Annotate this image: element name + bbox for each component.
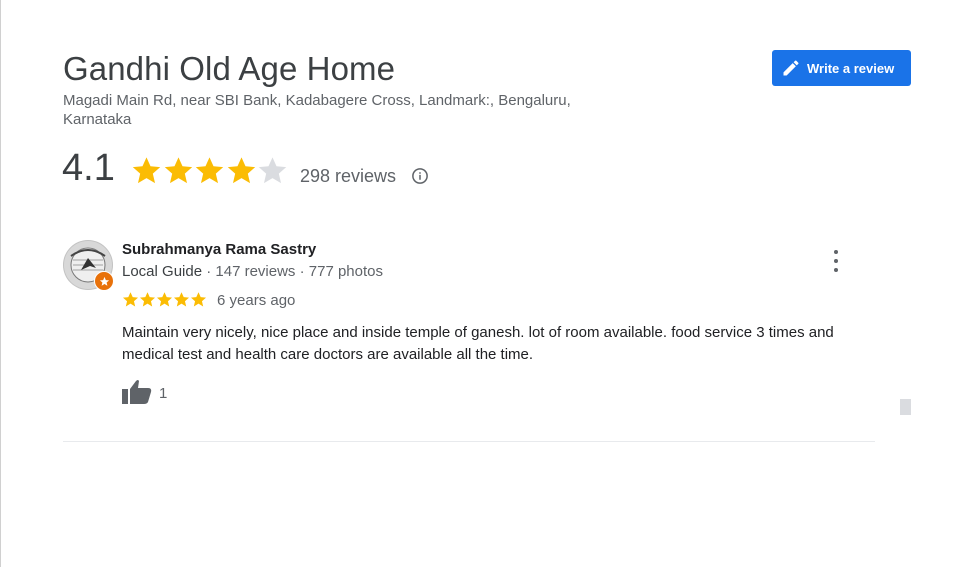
rating-star-icon (258, 157, 287, 184)
review-star-icon (156, 292, 173, 307)
like-count: 1 (159, 385, 168, 402)
rating-star-icon (227, 157, 255, 184)
review-star-icon (190, 292, 207, 307)
local-guide-label: Local Guide (122, 263, 203, 280)
reviews-count-link[interactable]: 298 reviews (300, 166, 396, 187)
review-star-icon (173, 292, 190, 307)
reviewer-meta: Local Guide · 147 reviews · 777 photos (122, 263, 383, 280)
rating-stars (131, 155, 289, 186)
pencil-icon (783, 60, 799, 76)
reviewer-photos-count: · 777 photos (295, 263, 383, 280)
scrollbar-thumb[interactable] (900, 399, 911, 415)
local-guide-badge (94, 271, 114, 291)
review-date: 6 years ago (217, 292, 296, 309)
reviewer-reviews-count: · 147 reviews (202, 263, 296, 280)
info-icon[interactable] (411, 167, 429, 185)
review-text: Maintain very nicely, nice place and ins… (122, 324, 834, 363)
review-star-icon (122, 292, 139, 307)
rating-star-icon (164, 157, 192, 184)
rating-star-icon (195, 157, 224, 184)
review-star-icon (139, 292, 156, 307)
review-divider (63, 441, 875, 442)
review-stars (122, 291, 207, 308)
left-border (0, 0, 1, 567)
thumb-up-icon[interactable] (122, 379, 152, 405)
write-review-button[interactable]: Write a review (772, 50, 911, 86)
local-guide-star-icon (99, 276, 109, 286)
rating-star-icon (132, 157, 161, 184)
place-address: Magadi Main Rd, near SBI Bank, Kadabager… (63, 92, 571, 128)
more-vert-icon[interactable] (826, 250, 846, 272)
place-title: Gandhi Old Age Home (63, 50, 396, 87)
write-review-label: Write a review (807, 60, 895, 76)
rating-value: 4.1 (62, 147, 115, 189)
reviewer-name[interactable]: Subrahmanya Rama Sastry (122, 241, 316, 258)
